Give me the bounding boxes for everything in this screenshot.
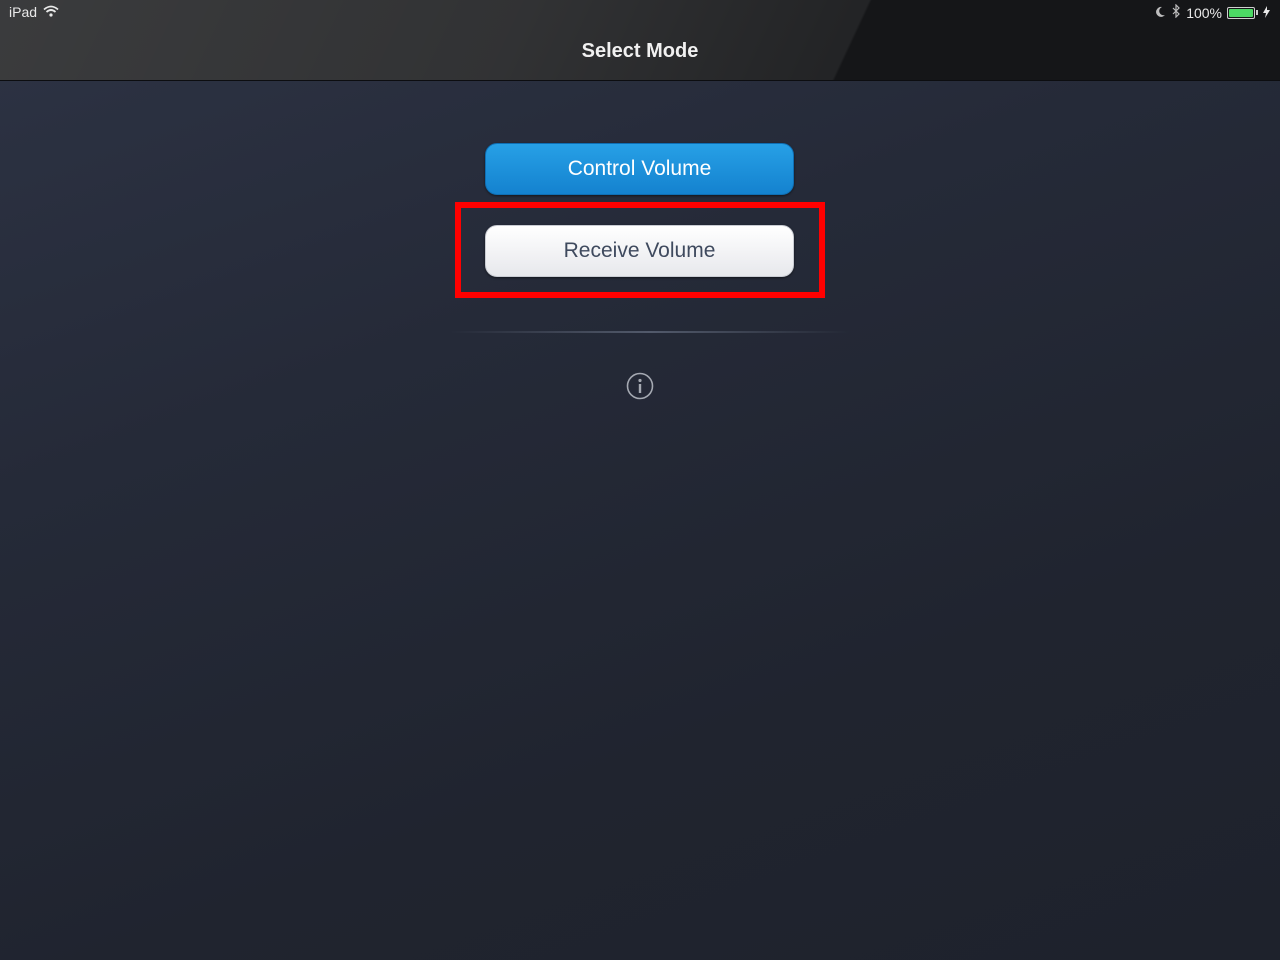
- page-title: Select Mode: [581, 40, 699, 62]
- battery-percent: 100%: [1186, 4, 1222, 21]
- divider: [450, 331, 850, 333]
- wifi-icon: [43, 4, 59, 20]
- moon-icon: [1154, 5, 1166, 21]
- app-screen: iPad 100% Select Mode Control Volume Rec…: [0, 0, 1280, 960]
- battery-icon: [1227, 6, 1255, 19]
- status-right: 100%: [1154, 3, 1270, 21]
- status-left: iPad: [9, 4, 59, 20]
- battery-tip: [1256, 10, 1258, 15]
- control-volume-button[interactable]: Control Volume: [485, 143, 794, 195]
- bolt-icon: [1263, 5, 1270, 21]
- status-bar: iPad 100%: [0, 0, 1280, 26]
- battery-fill: [1229, 8, 1253, 17]
- info-icon[interactable]: [626, 372, 654, 400]
- receive-volume-button[interactable]: Receive Volume: [485, 225, 794, 277]
- device-name: iPad: [9, 4, 38, 20]
- top-bar: iPad 100% Select Mode: [0, 0, 1280, 81]
- bluetooth-icon: [1171, 3, 1181, 21]
